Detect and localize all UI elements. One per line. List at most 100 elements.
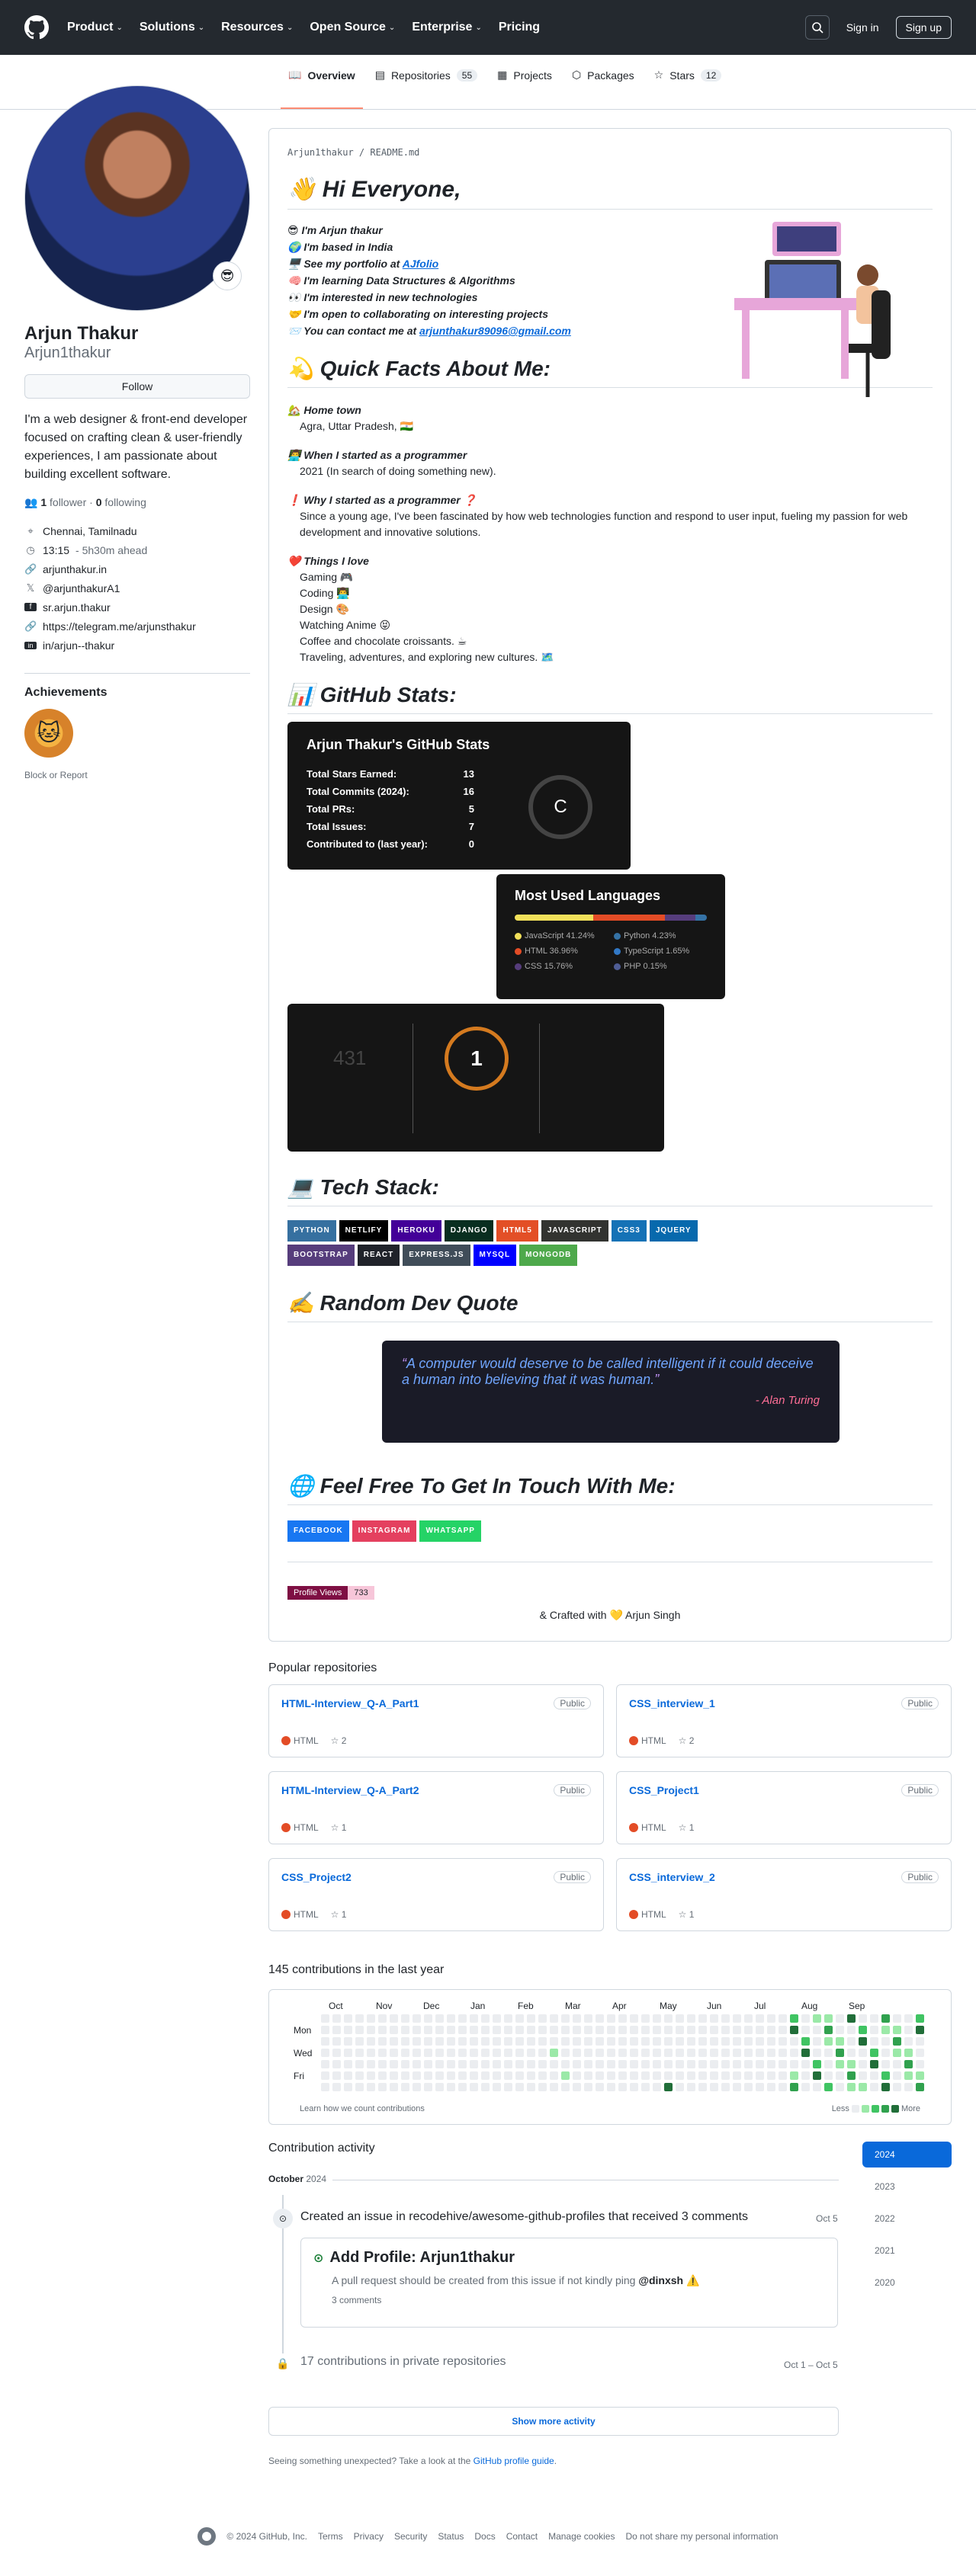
contribution-day[interactable] [893, 2049, 901, 2057]
footer-link[interactable]: Contact [506, 2531, 538, 2542]
contribution-day[interactable] [504, 2071, 512, 2080]
contribution-day[interactable] [481, 2083, 490, 2091]
contribution-day[interactable] [355, 2014, 364, 2023]
contribution-day[interactable] [824, 2026, 833, 2034]
contribution-day[interactable] [470, 2049, 478, 2057]
contribution-day[interactable] [916, 2071, 924, 2080]
contribution-day[interactable] [767, 2026, 775, 2034]
contribution-day[interactable] [550, 2014, 558, 2023]
contribution-day[interactable] [721, 2049, 730, 2057]
contribution-day[interactable] [824, 2014, 833, 2023]
contribution-day[interactable] [881, 2071, 890, 2080]
contribution-day[interactable] [458, 2060, 467, 2068]
contribution-day[interactable] [687, 2083, 695, 2091]
nav-enterprise[interactable]: Enterprise ⌄ [412, 21, 482, 34]
contribution-day[interactable] [813, 2060, 821, 2068]
contribution-day[interactable] [584, 2049, 592, 2057]
contribution-day[interactable] [710, 2071, 718, 2080]
contribution-day[interactable] [550, 2071, 558, 2080]
contribution-day[interactable] [767, 2049, 775, 2057]
contribution-day[interactable] [676, 2060, 684, 2068]
contribution-day[interactable] [470, 2014, 478, 2023]
twitter-item[interactable]: 𝕏 @arjunthakurA1 [24, 578, 250, 598]
contribution-day[interactable] [859, 2037, 867, 2046]
contribution-day[interactable] [344, 2049, 352, 2057]
contribution-day[interactable] [641, 2049, 650, 2057]
contribution-day[interactable] [664, 2060, 673, 2068]
contribution-day[interactable] [801, 2060, 810, 2068]
contribution-day[interactable] [332, 2049, 341, 2057]
contribution-day[interactable] [698, 2060, 707, 2068]
contribution-day[interactable] [596, 2026, 604, 2034]
footer-link[interactable]: Privacy [354, 2531, 384, 2542]
contribution-day[interactable] [801, 2026, 810, 2034]
repo-stars[interactable]: ☆ 2 [331, 1735, 347, 1746]
contribution-day[interactable] [413, 2026, 421, 2034]
github-logo-icon[interactable] [24, 15, 49, 40]
contribution-day[interactable] [859, 2083, 867, 2091]
contribution-day[interactable] [756, 2083, 764, 2091]
contribution-day[interactable] [550, 2083, 558, 2091]
contribution-day[interactable] [779, 2014, 787, 2023]
repo-name[interactable]: HTML-Interview_Q-A_Part2 [281, 1784, 591, 1796]
contribution-day[interactable] [687, 2014, 695, 2023]
footer-link[interactable]: Status [438, 2531, 464, 2542]
contribution-day[interactable] [344, 2060, 352, 2068]
contribution-day[interactable] [653, 2071, 661, 2080]
contribution-day[interactable] [378, 2037, 387, 2046]
contribution-day[interactable] [824, 2049, 833, 2057]
contribution-day[interactable] [596, 2060, 604, 2068]
contribution-day[interactable] [664, 2049, 673, 2057]
contribution-day[interactable] [618, 2060, 627, 2068]
contribution-day[interactable] [687, 2049, 695, 2057]
contribution-day[interactable] [435, 2037, 444, 2046]
follow-button[interactable]: Follow [24, 374, 250, 399]
contribution-day[interactable] [790, 2026, 798, 2034]
contribution-day[interactable] [687, 2071, 695, 2080]
contribution-day[interactable] [779, 2026, 787, 2034]
contribution-day[interactable] [870, 2060, 878, 2068]
contribution-day[interactable] [355, 2049, 364, 2057]
contribution-day[interactable] [596, 2037, 604, 2046]
contribution-day[interactable] [401, 2083, 409, 2091]
contribution-day[interactable] [321, 2071, 329, 2080]
year-2020[interactable]: 2020 [862, 2270, 952, 2296]
contribution-day[interactable] [721, 2083, 730, 2091]
contribution-day[interactable] [641, 2026, 650, 2034]
contribution-day[interactable] [413, 2083, 421, 2091]
contribution-day[interactable] [881, 2083, 890, 2091]
contribution-day[interactable] [618, 2083, 627, 2091]
contribution-day[interactable] [779, 2060, 787, 2068]
linkedin-link[interactable]: in/arjun--thakur [43, 639, 114, 652]
contribution-day[interactable] [847, 2014, 856, 2023]
contribution-day[interactable] [584, 2060, 592, 2068]
nav-product[interactable]: Product ⌄ [67, 21, 123, 34]
contribution-day[interactable] [321, 2049, 329, 2057]
contribution-day[interactable] [790, 2083, 798, 2091]
contribution-day[interactable] [664, 2014, 673, 2023]
contribution-day[interactable] [390, 2014, 398, 2023]
contribution-day[interactable] [847, 2083, 856, 2091]
year-2024[interactable]: 2024 [862, 2142, 952, 2167]
contribution-day[interactable] [596, 2049, 604, 2057]
contribution-day[interactable] [561, 2014, 570, 2023]
facebook-item[interactable]: f sr.arjun.thakur [24, 598, 250, 617]
contribution-day[interactable] [630, 2014, 638, 2023]
contribution-day[interactable] [390, 2083, 398, 2091]
contribution-day[interactable] [527, 2037, 535, 2046]
contribution-day[interactable] [538, 2037, 547, 2046]
show-more-activity-button[interactable]: Show more activity [268, 2407, 839, 2436]
avatar[interactable]: 😎 [24, 85, 250, 311]
contribution-day[interactable] [355, 2037, 364, 2046]
nav-open-source[interactable]: Open Source ⌄ [310, 21, 395, 34]
contribution-day[interactable] [538, 2026, 547, 2034]
repo-stars[interactable]: ☆ 1 [331, 1909, 347, 1920]
contribution-day[interactable] [378, 2049, 387, 2057]
contribution-day[interactable] [401, 2049, 409, 2057]
contribution-day[interactable] [756, 2037, 764, 2046]
contribution-day[interactable] [767, 2083, 775, 2091]
contribution-day[interactable] [458, 2014, 467, 2023]
contribution-day[interactable] [767, 2037, 775, 2046]
contribution-day[interactable] [493, 2049, 501, 2057]
contribution-day[interactable] [413, 2049, 421, 2057]
